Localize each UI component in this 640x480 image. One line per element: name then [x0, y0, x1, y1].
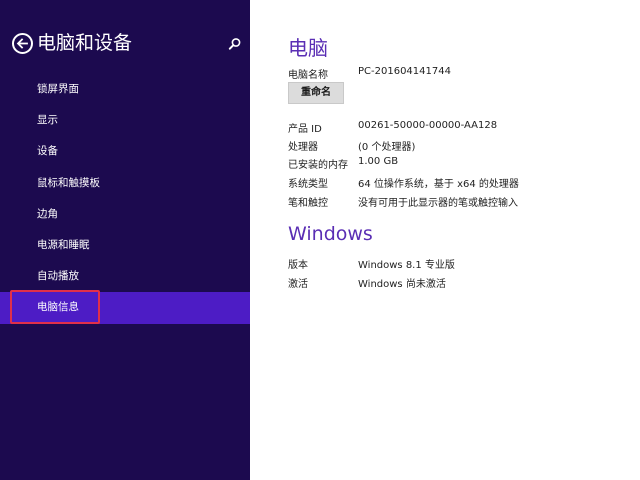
rename-button[interactable]: 重命名: [288, 82, 344, 104]
spec-label: 产品 ID: [288, 124, 322, 135]
sidebar-item-mouse-touchpad[interactable]: 鼠标和触摸板: [0, 168, 250, 199]
computer-name-label: 电脑名称: [288, 70, 328, 81]
sidebar-item-devices[interactable]: 设备: [0, 136, 250, 167]
windows-edition-label: 版本: [288, 260, 308, 271]
spec-label: 系统类型: [288, 179, 328, 190]
windows-section-title: Windows: [288, 223, 373, 245]
windows-edition-value: Windows 8.1 专业版: [358, 260, 455, 271]
spec-value: (0 个处理器): [358, 142, 416, 153]
back-arrow-icon: [16, 38, 28, 49]
sidebar-item-power-sleep[interactable]: 电源和睡眠: [0, 230, 250, 261]
sidebar-item-pc-info[interactable]: 电脑信息: [0, 292, 250, 324]
search-icon: [228, 38, 241, 50]
search-button[interactable]: [228, 36, 242, 50]
sidebar-item-lock-screen[interactable]: 锁屏界面: [0, 74, 250, 105]
spec-value: 1.00 GB: [358, 156, 399, 167]
sidebar-item-autoplay[interactable]: 自动播放: [0, 261, 250, 292]
sidebar: 电脑和设备 锁屏界面 显示 设备 鼠标和触摸板 边角 电源和睡眠 自动播放 电脑…: [0, 0, 250, 480]
sidebar-header: 电脑和设备: [12, 30, 244, 58]
back-button[interactable]: [12, 33, 33, 54]
main-content: 电脑 电脑名称 PC-201604141744 重命名 产品 ID 00261-…: [250, 0, 640, 480]
sidebar-item-display[interactable]: 显示: [0, 105, 250, 136]
spec-value: 没有可用于此显示器的笔或触控输入: [358, 198, 518, 209]
sidebar-title: 电脑和设备: [37, 32, 133, 54]
windows-activation-label: 激活: [288, 279, 308, 290]
sidebar-item-corners[interactable]: 边角: [0, 199, 250, 230]
sidebar-nav: 锁屏界面 显示 设备 鼠标和触摸板 边角 电源和睡眠 自动播放 电脑信息: [0, 74, 250, 324]
windows-activation-value: Windows 尚未激活: [358, 279, 446, 290]
spec-value: 00261-50000-00000-AA128: [358, 120, 498, 131]
pc-section-title: 电脑: [288, 36, 328, 60]
spec-label: 处理器: [288, 142, 318, 153]
spec-label: 已安装的内存: [288, 160, 348, 171]
spec-label: 笔和触控: [288, 198, 328, 209]
computer-name-value: PC-201604141744: [358, 66, 451, 77]
spec-value: 64 位操作系统，基于 x64 的处理器: [358, 179, 519, 190]
